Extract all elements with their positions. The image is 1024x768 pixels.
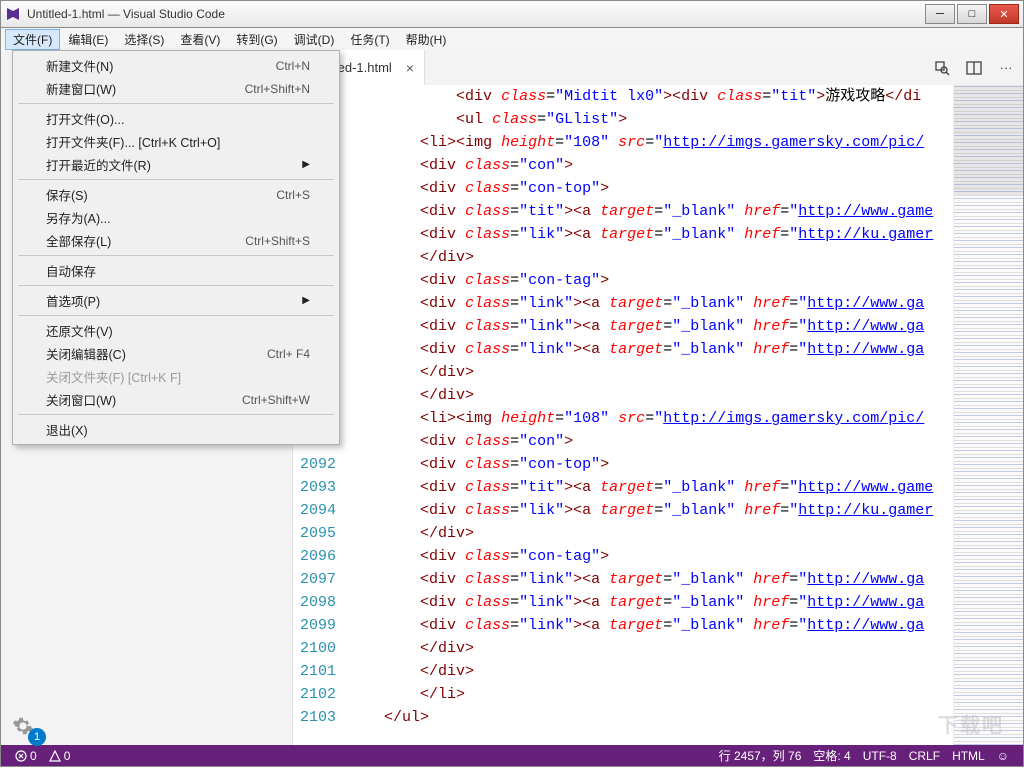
minimap[interactable] xyxy=(953,85,1023,745)
menu-item[interactable]: 打开最近的文件(R)▶ xyxy=(16,153,336,176)
more-icon[interactable]: ··· xyxy=(997,59,1015,77)
menu-item[interactable]: 还原文件(V) xyxy=(16,319,336,342)
menu-item[interactable]: 关闭窗口(W)Ctrl+Shift+W xyxy=(16,388,336,411)
notification-badge[interactable]: 1 xyxy=(28,728,46,746)
status-bar: 0 0 行 2457，列 76 空格: 4 UTF-8 CRLF HTML ☺ xyxy=(0,745,1024,767)
minimize-button[interactable]: ─ xyxy=(925,4,955,24)
tab-close-icon[interactable]: × xyxy=(406,60,414,76)
menu-item[interactable]: 首选项(P)▶ xyxy=(16,289,336,312)
minimap-viewport[interactable] xyxy=(954,85,1023,195)
status-language[interactable]: HTML xyxy=(946,747,991,764)
editor-tabs: Untitled-1.html × ··· xyxy=(293,50,1023,85)
menu-3[interactable]: 查看(V) xyxy=(172,29,228,50)
menu-item[interactable]: 另存为(A)... xyxy=(16,206,336,229)
menu-item[interactable]: 自动保存 xyxy=(16,259,336,282)
menu-6[interactable]: 任务(T) xyxy=(342,29,397,50)
menu-item[interactable]: 退出(X) xyxy=(16,418,336,441)
status-cursor-position[interactable]: 行 2457，列 76 xyxy=(713,747,808,764)
status-warnings[interactable]: 0 xyxy=(43,749,77,763)
find-icon[interactable] xyxy=(933,59,951,77)
menu-item[interactable]: 关闭编辑器(C)Ctrl+ F4 xyxy=(16,342,336,365)
menu-item[interactable]: 打开文件夹(F)... [Ctrl+K Ctrl+O] xyxy=(16,130,336,153)
menu-item[interactable]: 新建文件(N)Ctrl+N xyxy=(16,54,336,77)
menu-4[interactable]: 转到(G) xyxy=(228,29,285,50)
status-eol[interactable]: CRLF xyxy=(903,747,946,764)
app-icon xyxy=(5,6,21,22)
status-errors[interactable]: 0 xyxy=(9,749,43,763)
menu-item[interactable]: 打开文件(O)... xyxy=(16,107,336,130)
status-feedback-icon[interactable]: ☺ xyxy=(991,747,1015,764)
status-encoding[interactable]: UTF-8 xyxy=(857,747,903,764)
file-menu-dropdown: 新建文件(N)Ctrl+N新建窗口(W)Ctrl+Shift+N 打开文件(O).… xyxy=(12,50,340,445)
menu-item[interactable]: 全部保存(L)Ctrl+Shift+S xyxy=(16,229,336,252)
menu-5[interactable]: 调试(D) xyxy=(286,29,343,50)
close-button[interactable]: ✕ xyxy=(989,4,1019,24)
status-indentation[interactable]: 空格: 4 xyxy=(807,747,856,764)
menu-item: 关闭文件夹(F) [Ctrl+K F] xyxy=(16,365,336,388)
menu-item[interactable]: 保存(S)Ctrl+S xyxy=(16,183,336,206)
menu-1[interactable]: 编辑(E) xyxy=(60,29,116,50)
window-title: Untitled-1.html — Visual Studio Code xyxy=(27,7,923,21)
code-content[interactable]: <div class="Midtit lx0"><div class="tit"… xyxy=(348,85,953,745)
window-titlebar: Untitled-1.html — Visual Studio Code ─ □… xyxy=(0,0,1024,28)
menu-7[interactable]: 帮助(H) xyxy=(398,29,455,50)
maximize-button[interactable]: □ xyxy=(957,4,987,24)
menu-bar: 文件(F)编辑(E)选择(S)查看(V)转到(G)调试(D)任务(T)帮助(H) xyxy=(0,28,1024,50)
menu-item[interactable]: 新建窗口(W)Ctrl+Shift+N xyxy=(16,77,336,100)
menu-0[interactable]: 文件(F) xyxy=(5,29,60,50)
menu-2[interactable]: 选择(S) xyxy=(116,29,172,50)
split-editor-icon[interactable] xyxy=(965,59,983,77)
